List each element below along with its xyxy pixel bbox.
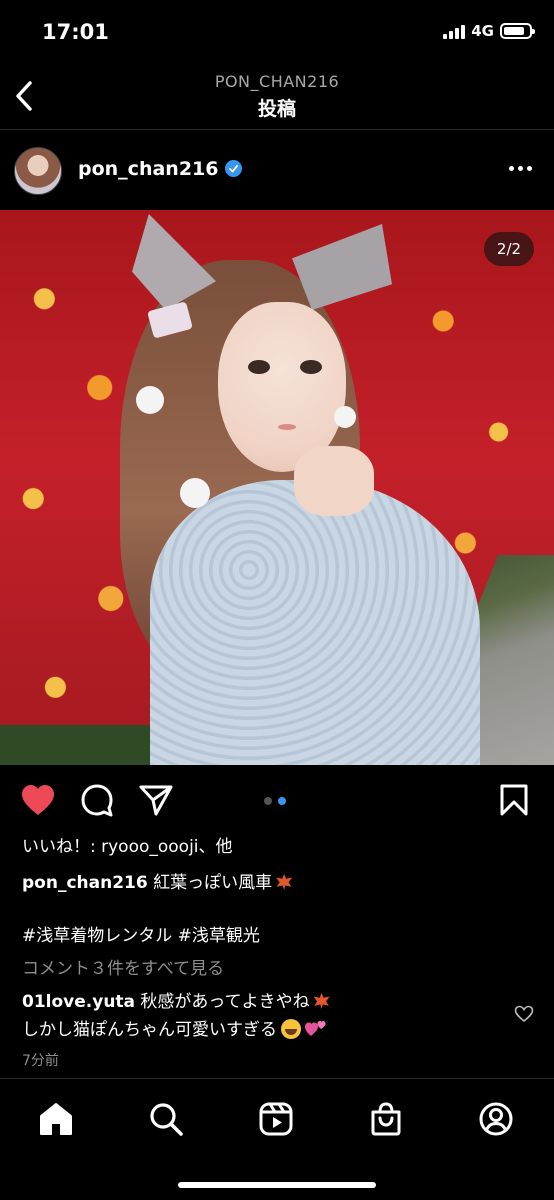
comment: 01love.yuta 秋感があってよきやね しかし猫ぽんちゃん可愛いすぎる [22,991,492,1041]
image-counter: 2/2 [484,232,534,266]
page-title: 投稿 [257,98,296,120]
post-header: pon_chan216 [0,140,554,204]
share-button[interactable] [138,783,174,821]
likes-text[interactable]: いいね！: ryooo_oooji、他 [22,836,522,858]
post-username-text: pon_chan216 [78,158,219,180]
search-icon [150,1103,183,1136]
post-username[interactable]: pon_chan216 [78,158,243,180]
more-options-button[interactable] [509,166,532,171]
caption: pon_chan216 紅葉っぽい風車 [22,872,522,894]
carousel-indicator [264,797,286,805]
send-icon [139,785,173,816]
maple-leaf-icon [276,874,293,890]
tab-reels[interactable] [256,1099,296,1139]
home-indicator[interactable] [178,1182,376,1188]
network-type: 4G [471,22,494,40]
carousel-dot [278,797,286,805]
bookmark-icon [500,784,528,816]
home-icon [40,1103,72,1135]
save-button[interactable] [498,783,530,821]
likes-label: いいね！: ryooo_oooji、他 [22,837,233,857]
profile-icon [479,1102,513,1136]
carousel-dot [264,797,272,805]
status-indicators: 4G [443,22,535,40]
maple-leaf-icon [313,993,330,1009]
heart-filled-icon [22,785,54,815]
comment-button[interactable] [80,783,114,821]
comment-icon [81,784,113,817]
verified-badge-icon [225,160,243,177]
comment-like-button[interactable] [514,1005,534,1027]
reels-icon [259,1102,293,1136]
comment-username[interactable]: 01love.yuta [22,992,135,1012]
signal-icon [443,23,466,39]
post-actions [0,765,554,835]
bottom-tab-bar [0,1078,554,1200]
tab-shop[interactable] [366,1099,406,1139]
tab-home[interactable] [36,1099,76,1139]
view-all-comments-link[interactable]: コメント３件をすべて見る [22,958,522,980]
heart-outline-icon [514,1005,534,1023]
tab-profile[interactable] [476,1099,516,1139]
post-image[interactable] [0,210,554,765]
more-icon [509,166,514,171]
shop-icon [371,1102,401,1136]
avatar[interactable] [14,147,62,195]
battery-level [504,27,525,35]
comment-line-2: しかし猫ぽんちゃん可愛いすぎる [22,1020,277,1040]
like-button[interactable] [20,783,56,821]
status-time: 17:01 [42,20,109,44]
laughing-emoji-icon [281,1019,301,1039]
page-header: PON_CHAN216 投稿 [0,64,554,130]
two-hearts-icon [305,1021,326,1036]
comment-line-1: 秋感があってよきやね [140,992,310,1012]
hashtags-text: #浅草着物レンタル #浅草観光 [22,926,260,946]
status-bar: 17:01 4G [0,0,554,64]
tab-search[interactable] [146,1099,186,1139]
post-timestamp: 7分前 [22,1053,59,1069]
caption-username[interactable]: pon_chan216 [22,873,148,893]
hashtags[interactable]: #浅草着物レンタル #浅草観光 [22,925,522,947]
view-comments-text: コメント３件をすべて見る [22,959,225,979]
header-username: PON_CHAN216 [214,72,340,91]
battery-icon [500,23,535,39]
caption-text: 紅葉っぽい風車 [153,873,273,893]
